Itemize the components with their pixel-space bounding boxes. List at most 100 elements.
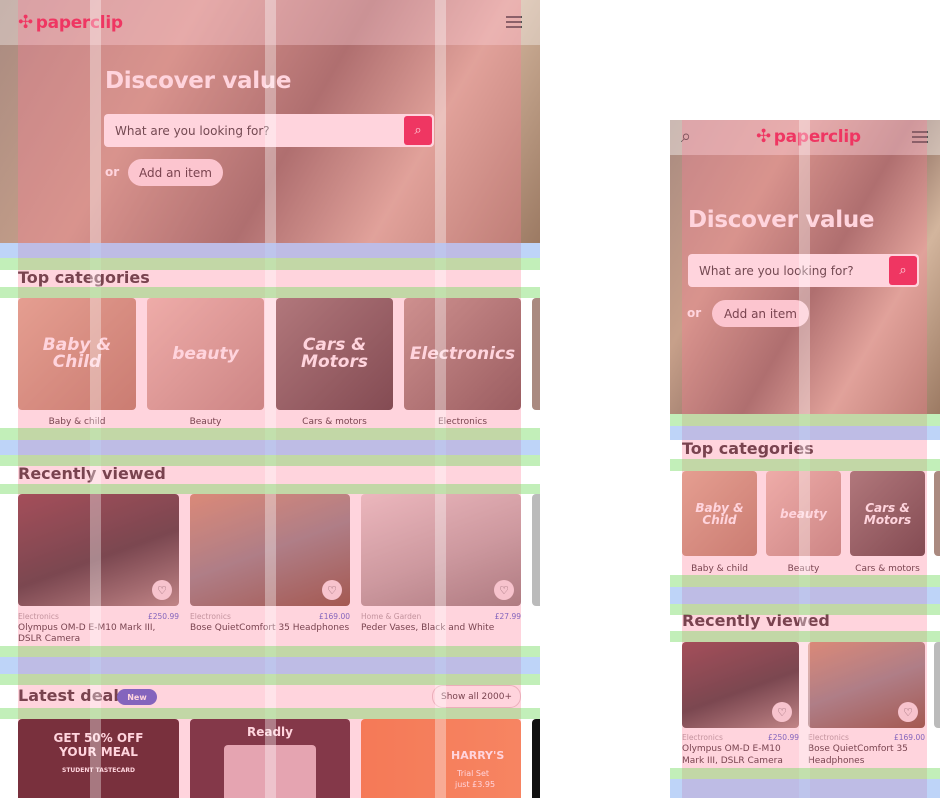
category-label: Cars & motors <box>855 564 920 574</box>
category-tile-cars[interactable]: Cars & Motors <box>276 298 393 410</box>
tile-art: beauty <box>172 343 239 364</box>
category-label: Electronics <box>437 417 488 427</box>
layout-overlay <box>0 428 540 440</box>
search-input[interactable]: What are you looking for? ⌕ <box>104 114 434 147</box>
paperclip-logo-icon: ✣ <box>18 12 33 33</box>
layout-overlay <box>0 287 540 298</box>
layout-overlay <box>0 243 540 258</box>
deal-card-harrys[interactable]: HARRY'S Trial Set just £3.95 <box>361 719 521 798</box>
product-name[interactable]: Olympus OM-D E-M10 Mark III, DSLR Camera <box>682 743 797 767</box>
product-price: £250.99 <box>767 733 799 742</box>
search-icon[interactable]: ⌕ <box>681 126 691 147</box>
product-category: Electronics <box>682 733 723 742</box>
category-tile-baby[interactable]: Baby & Child <box>18 298 136 410</box>
deal-text: Readly <box>246 725 293 739</box>
deal-text: GET 50% OFF <box>53 731 144 745</box>
layout-overlay <box>670 587 940 604</box>
logo[interactable]: ✣ paperclip <box>756 126 861 147</box>
deal-text: Trial Set <box>457 769 490 778</box>
category-tile-partial[interactable] <box>934 471 940 556</box>
layout-overlay <box>670 459 940 471</box>
category-label: Baby & child <box>48 417 106 427</box>
layout-overlay <box>670 575 940 587</box>
hero-title: Discover value <box>688 207 875 233</box>
layout-overlay <box>670 768 940 779</box>
product-price: £169.00 <box>893 733 925 742</box>
deal-card-readly[interactable]: Readly <box>190 719 350 798</box>
category-tile-partial[interactable] <box>532 298 540 410</box>
favorite-heart-icon[interactable]: ♡ <box>772 702 792 722</box>
category-tile-electronics[interactable]: Electronics <box>404 298 521 410</box>
favorite-heart-icon[interactable]: ♡ <box>322 580 342 600</box>
section-title-deals: Latest deals <box>18 686 129 705</box>
favorite-heart-icon[interactable]: ♡ <box>494 580 514 600</box>
tile-art: Electronics <box>409 343 516 364</box>
deal-text: STUDENT TASTECARD <box>62 767 135 774</box>
tile-art: Baby & Child <box>42 335 112 372</box>
product-name[interactable]: Olympus OM-D E-M10 Mark III, DSLR Camera <box>18 623 168 645</box>
or-label: or <box>687 306 702 320</box>
section-title-recent: Recently viewed <box>682 611 830 630</box>
hero-title: Discover value <box>105 68 292 94</box>
product-name[interactable]: Peder Vases, Black and White <box>361 623 526 634</box>
layout-overlay <box>670 779 940 798</box>
category-tile-baby[interactable]: Baby & Child <box>682 471 757 556</box>
tile-art: Cars & Motors <box>863 500 912 527</box>
show-all-deals-button[interactable]: Show all 2000+ <box>432 685 521 708</box>
product-price: £250.99 <box>147 612 179 621</box>
product-price: £27.99 <box>494 612 521 621</box>
search-button[interactable]: ⌕ <box>889 256 917 285</box>
menu-icon[interactable] <box>506 16 522 28</box>
logo-text: paperclip <box>35 12 123 33</box>
layout-overlay <box>0 440 540 455</box>
search-icon: ⌕ <box>899 263 907 278</box>
layout-overlay <box>0 708 540 719</box>
layout-overlay <box>670 414 940 426</box>
category-tile-beauty[interactable]: beauty <box>147 298 264 410</box>
add-item-button[interactable]: Add an item <box>712 300 809 327</box>
deal-text: YOUR MEAL <box>59 745 138 759</box>
product-name[interactable]: Bose QuietComfort 35 Headphones <box>808 743 923 767</box>
product-image-partial[interactable] <box>532 494 540 606</box>
section-title-categories: Top categories <box>682 439 814 458</box>
menu-icon[interactable] <box>912 131 928 143</box>
category-label: Beauty <box>787 564 820 574</box>
layout-overlay <box>670 631 940 642</box>
logo-text: paperclip <box>773 126 861 147</box>
layout-overlay <box>0 484 540 494</box>
category-label: Beauty <box>189 417 222 427</box>
tile-art: beauty <box>780 506 827 521</box>
paperclip-logo-icon: ✣ <box>756 126 771 147</box>
new-badge: New <box>117 689 157 705</box>
section-title-categories: Top categories <box>18 268 150 287</box>
product-category: Home & Garden <box>361 612 422 621</box>
mobile-view: ⌕ ✣ paperclip Discover value What are you… <box>670 120 940 798</box>
deal-card-partial[interactable] <box>532 719 540 798</box>
logo[interactable]: ✣ paperclip <box>18 12 123 33</box>
favorite-heart-icon[interactable]: ♡ <box>898 702 918 722</box>
product-image-partial[interactable] <box>934 642 940 728</box>
favorite-heart-icon[interactable]: ♡ <box>152 580 172 600</box>
search-input[interactable]: What are you looking for? ⌕ <box>688 254 919 287</box>
tablet-image <box>224 745 316 798</box>
search-placeholder: What are you looking for? <box>699 263 854 278</box>
category-label: Cars & motors <box>302 417 367 427</box>
add-item-button[interactable]: Add an item <box>128 159 223 186</box>
deal-card-tastecard[interactable]: GET 50% OFF YOUR MEAL STUDENT TASTECARD <box>18 719 179 798</box>
category-tile-cars[interactable]: Cars & Motors <box>850 471 925 556</box>
deal-text: HARRY'S <box>451 749 505 762</box>
search-icon: ⌕ <box>414 123 422 138</box>
layout-overlay <box>0 674 540 685</box>
search-button[interactable]: ⌕ <box>404 116 432 145</box>
layout-overlay <box>0 657 540 674</box>
category-label: Baby & child <box>691 564 748 574</box>
tile-art: Cars & Motors <box>301 335 368 372</box>
section-title-recent: Recently viewed <box>18 464 166 483</box>
category-tile-beauty[interactable]: beauty <box>766 471 841 556</box>
layout-overlay <box>0 646 540 657</box>
deal-text: just £3.95 <box>455 780 496 789</box>
tile-art: Baby & Child <box>695 500 744 527</box>
desktop-view: ✣ paperclip Discover value What are you l… <box>0 0 540 798</box>
product-name[interactable]: Bose QuietComfort 35 Headphones <box>190 623 360 634</box>
product-category: Electronics <box>808 733 849 742</box>
